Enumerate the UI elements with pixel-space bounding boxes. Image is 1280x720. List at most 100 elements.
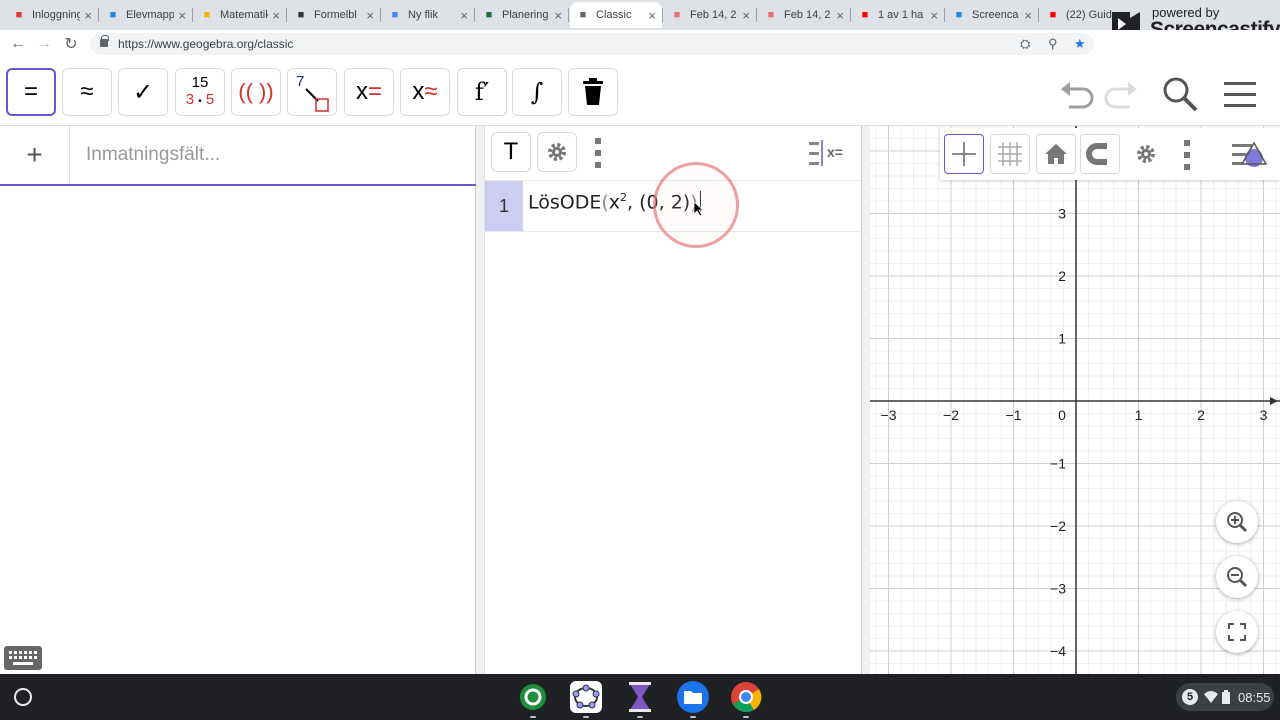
fullscreen-icon <box>1228 623 1246 641</box>
tab-title: Inloggning <box>32 9 81 21</box>
y-tick-label: 2 <box>1058 268 1066 284</box>
back-arrow-icon[interactable]: ← <box>8 34 28 54</box>
clock-time: 08:55 <box>1238 689 1271 705</box>
launcher-icon[interactable] <box>14 688 32 706</box>
solve-numerically-tool[interactable]: x ≈ <box>400 68 450 116</box>
browser-tab[interactable]: ■ Elevmapp × <box>100 2 192 28</box>
tab-close-icon[interactable]: × <box>1024 8 1032 23</box>
plus-button[interactable]: + <box>0 126 70 184</box>
address-bar[interactable]: https://www.geogebra.org/classic ⛭ ⚲ ★ <box>90 33 1094 55</box>
shelf-chrome-icon[interactable] <box>730 681 762 713</box>
tab-title: Formelbl <box>314 9 357 21</box>
lock-icon <box>100 35 109 47</box>
tab-close-icon[interactable]: × <box>648 8 656 23</box>
keyboard-icon[interactable] <box>4 646 42 670</box>
zoom-in-icon <box>1227 512 1248 533</box>
browser-tab[interactable]: ■ Feb 14, 2 × <box>758 2 850 28</box>
browser-tab[interactable]: ■ Formelbl × <box>288 2 380 28</box>
translate-icon[interactable]: ⛭ <box>1020 36 1030 52</box>
status-tray[interactable]: 5 08:55 <box>1176 683 1274 711</box>
toggle-label: x= <box>827 144 843 160</box>
excel-icon: ■ <box>485 9 493 21</box>
redo-icon[interactable] <box>1102 74 1142 114</box>
y-tick-label: −2 <box>1050 518 1066 534</box>
derivative-tool[interactable]: f′ <box>457 68 507 116</box>
address-url[interactable]: https://www.geogebra.org/classic <box>118 37 293 51</box>
graphics-more-options-icon[interactable] <box>1180 138 1194 172</box>
shelf-geogebra-icon[interactable] <box>570 681 602 713</box>
tab-close-icon[interactable]: × <box>272 8 280 23</box>
crest-icon: ■ <box>297 9 305 21</box>
numeric-tool[interactable]: ≈ <box>62 68 112 116</box>
tab-close-icon[interactable]: × <box>178 8 186 23</box>
graphics-settings-gear-icon[interactable] <box>1126 134 1166 174</box>
forward-arrow-icon[interactable]: → <box>34 34 54 54</box>
panel-divider[interactable] <box>476 126 484 674</box>
slides-icon: ■ <box>203 9 211 21</box>
algebra-toggle-icon[interactable]: x= <box>807 138 851 168</box>
zoom-out-icon <box>1227 567 1248 588</box>
factor-tool[interactable]: 15 3 • 5 <box>175 68 225 116</box>
cas-more-options-icon[interactable] <box>591 136 605 170</box>
style-bar-toggle-icon[interactable] <box>1230 138 1276 172</box>
undo-icon[interactable] <box>1056 74 1096 114</box>
tab-title: Feb 14, 2 <box>784 9 831 21</box>
menu-icon[interactable] <box>1220 74 1260 114</box>
point-capturing-icon[interactable] <box>1080 134 1120 174</box>
browser-tab[interactable]: ■ Feb 14, 2 × <box>664 2 756 28</box>
y-tick-label: −3 <box>1050 581 1066 597</box>
integral-tool[interactable]: ∫ <box>512 68 562 116</box>
x-tick-label: 0 <box>1058 407 1066 423</box>
bookmark-star-icon[interactable]: ★ <box>1074 36 1086 52</box>
browser-tab[interactable]: ■ Matematik × <box>194 2 286 28</box>
numeric-label: ≈ <box>80 78 94 105</box>
solve-tool[interactable]: x = <box>344 68 394 116</box>
tab-close-icon[interactable]: × <box>930 8 938 23</box>
panel-divider[interactable] <box>862 126 870 674</box>
input-field[interactable]: Inmatningsfält... <box>86 144 220 166</box>
tab-close-icon[interactable]: × <box>366 8 374 23</box>
browser-tab[interactable]: ■ 1 av 1 ha × <box>852 2 944 28</box>
notification-badge: 5 <box>1182 689 1198 705</box>
tab-close-icon[interactable]: × <box>836 8 844 23</box>
reload-icon[interactable]: ↻ <box>61 34 81 54</box>
x-tick-label: −3 <box>881 407 897 423</box>
browser-tab[interactable]: ■ Inloggning × <box>6 2 98 28</box>
text-tool[interactable]: T <box>491 132 531 172</box>
zoom-out-button[interactable] <box>1216 556 1258 598</box>
x-tick-label: −1 <box>1006 407 1022 423</box>
expand-label: (( )) <box>238 79 274 104</box>
fullscreen-button[interactable] <box>1216 611 1258 653</box>
axes-toggle-icon[interactable] <box>944 134 984 174</box>
zoom-in-button[interactable] <box>1216 501 1258 543</box>
search-icon[interactable] <box>1160 74 1200 114</box>
delete-tool[interactable] <box>568 68 618 116</box>
grid-toggle-icon[interactable] <box>990 134 1030 174</box>
expand-tool[interactable]: (( )) <box>231 68 281 116</box>
evaluate-tool[interactable]: = <box>6 68 56 116</box>
zoom-icon[interactable]: ⚲ <box>1048 36 1058 52</box>
tab-close-icon[interactable]: × <box>554 8 562 23</box>
shelf-hourglass-icon[interactable] <box>624 681 656 713</box>
substitute-arrow-icon <box>305 88 329 112</box>
home-icon[interactable] <box>1036 134 1076 174</box>
tab-close-icon[interactable]: × <box>460 8 468 23</box>
shelf-app-green-icon[interactable] <box>517 681 549 713</box>
trash-icon <box>583 78 603 105</box>
keep-input-tool[interactable]: ✓ <box>118 68 168 116</box>
browser-tab[interactable]: ■ Screenca × <box>946 2 1038 28</box>
substitute-tool[interactable]: 7 <box>287 68 337 116</box>
browser-tab[interactable]: ■ Classic × <box>570 2 662 28</box>
shelf-files-icon[interactable] <box>677 681 709 713</box>
browser-tab[interactable]: ■ Planering × <box>476 2 568 28</box>
tab-close-icon[interactable]: × <box>742 8 750 23</box>
tab-close-icon[interactable]: × <box>84 8 92 23</box>
derivative-label: f′ <box>474 78 490 106</box>
cas-settings-gear-icon[interactable] <box>537 132 577 172</box>
browser-tab[interactable]: ■ Ny flik × <box>382 2 474 28</box>
tab-title: Planering <box>502 9 549 21</box>
y-tick-label: −4 <box>1050 643 1066 659</box>
graphics-view[interactable]: −3 −2 −1 0 1 2 3 3 2 1 −1 −2 −3 −4 <box>870 126 1280 674</box>
youtube-icon: ■ <box>1049 9 1057 21</box>
tab-title: Screenca <box>972 9 1019 21</box>
